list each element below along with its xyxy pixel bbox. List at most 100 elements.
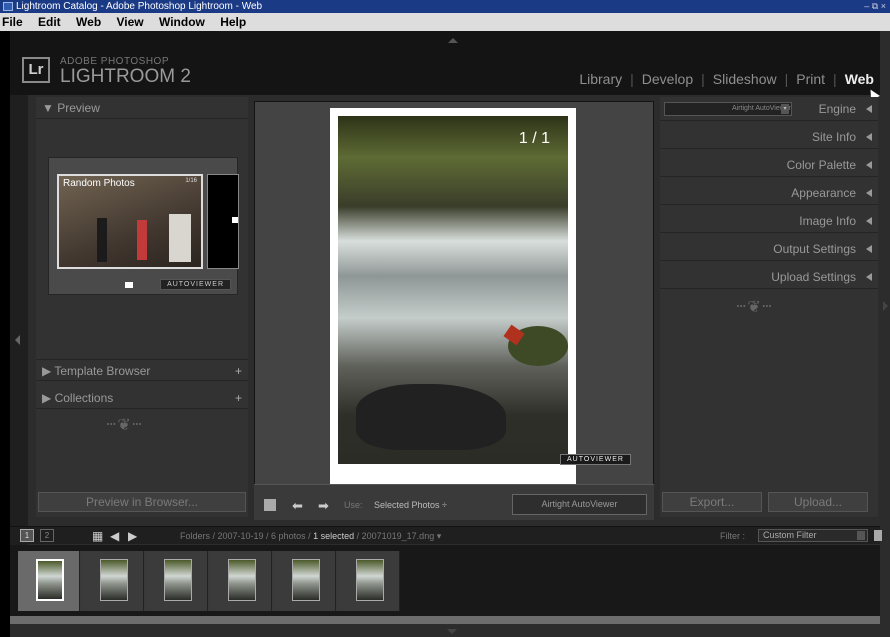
stop-icon[interactable] — [264, 499, 276, 511]
module-library[interactable]: Library — [579, 71, 622, 87]
module-web[interactable]: Web — [845, 71, 874, 87]
filmstrip-scrollbar[interactable] — [10, 616, 880, 624]
collapse-triangle-icon — [866, 189, 872, 197]
site-info-header[interactable]: Site Info — [660, 125, 878, 149]
toolbar: ⬅ ➡ Use: Selected Photos ÷ Airtight Auto… — [254, 484, 654, 520]
use-select[interactable]: Selected Photos ÷ — [374, 500, 447, 510]
preview-panel-header[interactable]: ▼ Preview — [36, 97, 248, 119]
add-collection-icon[interactable]: + — [235, 387, 242, 409]
back-arrow-icon[interactable]: ◀ — [110, 529, 119, 543]
filmstrip-thumb-6[interactable] — [338, 551, 400, 611]
slideshow-frame: 1 / 1 AUTOVIEWER — [330, 108, 631, 502]
filter-select[interactable]: Custom Filter — [758, 529, 868, 542]
title-bar: Lightroom Catalog - Adobe Photoshop Ligh… — [0, 0, 890, 13]
menu-window[interactable]: Window — [159, 15, 205, 29]
panel-end-ornament-icon: ⵈ❦ⵈ — [736, 299, 774, 316]
app-icon — [3, 2, 13, 11]
thumbnail-image — [356, 559, 384, 601]
window-controls[interactable]: – ⧉ × — [864, 0, 886, 13]
menu-bar: File Edit Web View Window Help — [0, 13, 890, 31]
use-label: Use: — [344, 500, 363, 510]
right-panel-toggle-icon[interactable] — [883, 301, 888, 311]
thumbnail-image — [228, 559, 256, 601]
preview-image: Random Photos 1/16 — [57, 174, 203, 269]
image-info-header[interactable]: Image Info — [660, 209, 878, 233]
left-edge — [10, 95, 28, 567]
module-develop[interactable]: Develop — [642, 71, 693, 87]
filmstrip-thumb-2[interactable] — [82, 551, 144, 611]
preview-count: 1/16 — [185, 178, 197, 184]
filmstrip-thumb-1[interactable] — [18, 551, 80, 611]
template-browser-label: ▶ Template Browser — [42, 364, 151, 378]
filmstrip-toolbar: 1 2 ▦ ◀ ▶ Folders / 2007-10-19 / 6 photo… — [10, 526, 882, 544]
lr-logo: Lr — [22, 57, 50, 83]
collapse-triangle-icon — [866, 273, 872, 281]
left-panel: ▼ Preview Random Photos 1/16 AUTOVIEWER … — [36, 97, 248, 517]
color-palette-header[interactable]: Color Palette — [660, 153, 878, 177]
thumbnail-image — [292, 559, 320, 601]
main-photo: 1 / 1 — [338, 116, 568, 464]
select-chevron-icon: ▾ — [781, 104, 789, 114]
photo-caption: AUTOVIEWER — [560, 454, 631, 465]
export-button[interactable]: Export... — [662, 492, 762, 512]
right-panel: Airtight AutoViewer ▾ Engine Site Info Co… — [660, 97, 878, 517]
filmstrip-cells — [18, 551, 400, 611]
menu-view[interactable]: View — [117, 15, 144, 29]
filmstrip-thumb-3[interactable] — [146, 551, 208, 611]
upload-settings-header[interactable]: Upload Settings — [660, 265, 878, 289]
menu-edit[interactable]: Edit — [38, 15, 61, 29]
top-panel-toggle-icon[interactable] — [448, 38, 458, 43]
content-area: 1 / 1 AUTOVIEWER — [254, 101, 654, 509]
preview-in-browser-button[interactable]: Preview in Browser... — [38, 492, 246, 512]
collapse-triangle-icon — [866, 217, 872, 225]
module-slideshow[interactable]: Slideshow — [713, 71, 777, 87]
template-browser-header[interactable]: ▶ Template Browser + — [36, 359, 248, 381]
select-chevron-icon — [857, 531, 865, 540]
collapse-triangle-icon — [866, 161, 872, 169]
filter-label: Filter : — [720, 531, 746, 541]
preview-label: AUTOVIEWER — [160, 279, 231, 290]
thumbnail-image — [164, 559, 192, 601]
collapse-triangle-icon — [866, 105, 872, 113]
grid-icon[interactable]: ▦ — [92, 529, 103, 543]
engine-label: Engine — [818, 102, 856, 116]
preview-caption: Random Photos — [63, 178, 135, 189]
next-icon[interactable]: ➡ — [318, 498, 329, 514]
thumbnail-image — [100, 559, 128, 601]
collections-header[interactable]: ▶ Collections + — [36, 387, 248, 409]
module-print[interactable]: Print — [796, 71, 825, 87]
collapse-triangle-icon — [866, 133, 872, 141]
menu-web[interactable]: Web — [76, 15, 101, 29]
left-panel-toggle-icon[interactable] — [15, 335, 20, 345]
filmstrip — [10, 545, 880, 616]
appearance-header[interactable]: Appearance — [660, 181, 878, 205]
bottom-panel-toggle-icon[interactable] — [447, 629, 457, 634]
module-picker: Library | Develop | Slideshow | Print | Web — [579, 71, 874, 87]
filter-lock-icon[interactable] — [874, 530, 882, 541]
collections-label: ▶ Collections — [42, 391, 114, 405]
preview-nav-icon — [125, 282, 133, 288]
window-title: Lightroom Catalog - Adobe Photoshop Ligh… — [16, 1, 263, 12]
menu-help[interactable]: Help — [220, 15, 246, 29]
screen-1-button[interactable]: 1 — [20, 529, 34, 542]
upload-button[interactable]: Upload... — [768, 492, 868, 512]
filmstrip-thumb-5[interactable] — [274, 551, 336, 611]
add-template-icon[interactable]: + — [235, 360, 242, 382]
photo-counter: 1 / 1 — [518, 130, 550, 147]
engine-select[interactable]: Airtight AutoViewer ▾ — [664, 102, 792, 116]
forward-arrow-icon[interactable]: ▶ — [128, 529, 137, 543]
preview-next-panel — [207, 174, 239, 269]
menu-file[interactable]: File — [2, 15, 23, 29]
filmstrip-thumb-4[interactable] — [210, 551, 272, 611]
engine-header[interactable]: Airtight AutoViewer ▾ Engine — [660, 97, 878, 121]
template-name-field: Airtight AutoViewer — [512, 494, 647, 515]
brand-line2: LIGHTROOM 2 — [60, 66, 191, 87]
previous-icon[interactable]: ⬅ — [292, 498, 303, 514]
play-icon — [232, 217, 238, 223]
source-path[interactable]: Folders / 2007-10-19 / 6 photos / 1 sele… — [180, 531, 441, 542]
output-settings-header[interactable]: Output Settings — [660, 237, 878, 261]
identity-plate: Lr ADOBE PHOTOSHOP LIGHTROOM 2 Library | D… — [10, 31, 880, 95]
screen-2-button[interactable]: 2 — [40, 529, 54, 542]
thumbnail-image — [36, 559, 64, 601]
collapse-triangle-icon — [866, 245, 872, 253]
